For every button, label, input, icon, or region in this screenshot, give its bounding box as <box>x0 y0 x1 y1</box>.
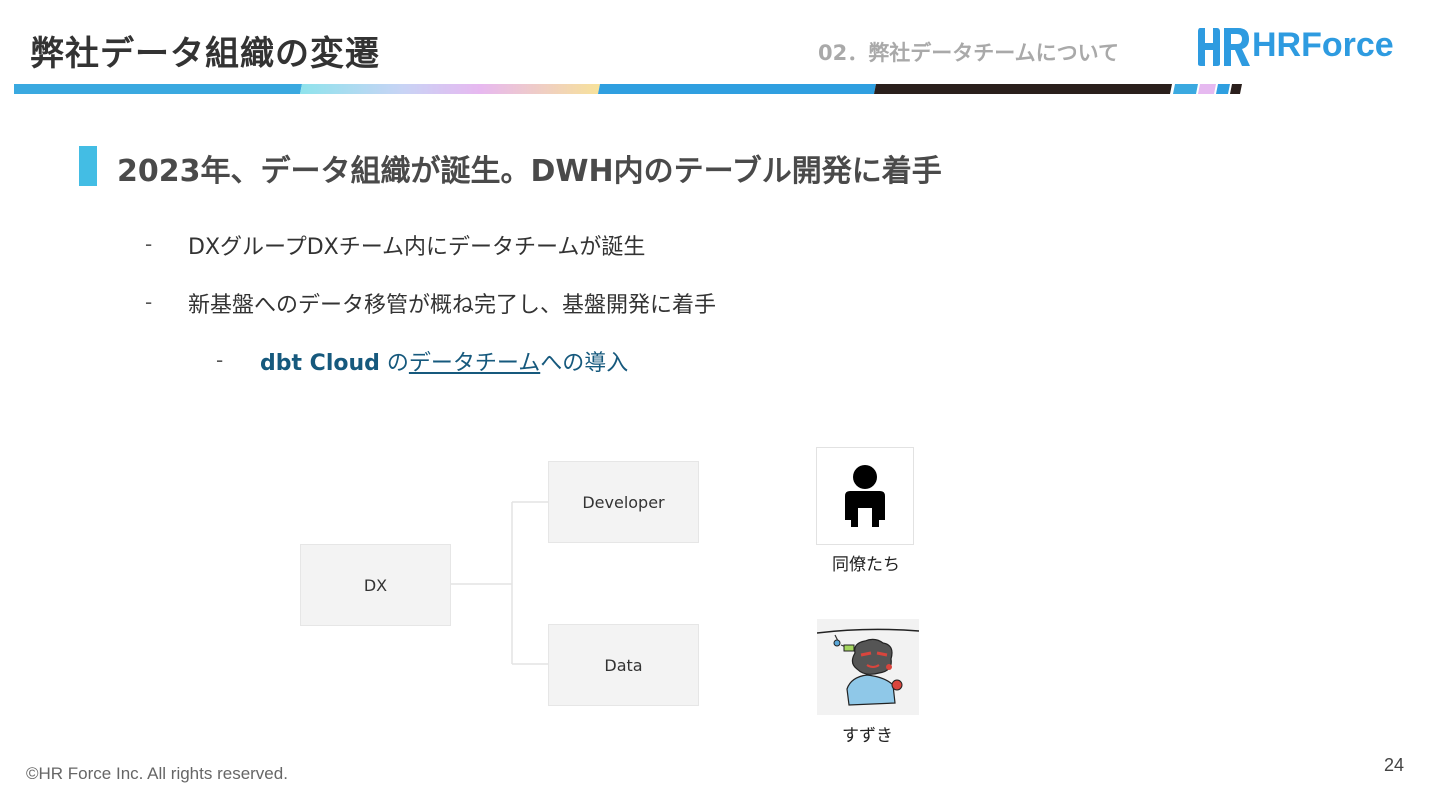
sub-bullet-item: dbt Cloud のデータチームへの導入 <box>260 345 628 377</box>
bullet-dash: - <box>145 290 153 314</box>
slide-heading: 2023年、データ組織が誕生。DWH内のテーブル開発に着手 <box>117 154 942 189</box>
copyright-footer: ©HR Force Inc. All rights reserved. <box>26 764 288 783</box>
page-number: 24 <box>1384 755 1405 775</box>
heading-accent-bar <box>79 146 97 186</box>
bullet-dash: - <box>145 232 153 256</box>
colleagues-label: 同僚たち <box>832 555 900 575</box>
person-icon <box>845 465 885 527</box>
colleagues-card <box>816 447 914 545</box>
bullet-item: 新基盤へのデータ移管が概ね完了し、基盤開発に着手 <box>188 293 717 318</box>
dbt-cloud-text: dbt Cloud <box>260 351 380 376</box>
header-stripe <box>14 84 1242 94</box>
logo-text: HRForce <box>1252 26 1394 64</box>
org-node-data: Data <box>548 624 699 706</box>
data-team-link[interactable]: データチーム <box>409 351 540 376</box>
bullet-item: DXグループDXチーム内にデータチームが誕生 <box>188 235 646 260</box>
org-node-dx: DX <box>300 544 451 626</box>
sub-bullet-pre: の <box>379 351 409 376</box>
page-title: 弊社データ組織の変遷 <box>30 34 380 74</box>
member-avatar-illustration <box>817 628 919 706</box>
member-avatar <box>817 619 919 715</box>
section-label: 02．弊社データチームについて <box>818 41 1119 65</box>
hrforce-logo: HRForce <box>1196 24 1400 68</box>
org-node-developer: Developer <box>548 461 699 543</box>
hr-logo-mark-icon <box>1198 28 1250 66</box>
sub-bullet-dash: - <box>216 348 224 372</box>
org-connectors <box>450 501 550 665</box>
member-label: すずき <box>842 726 893 746</box>
sub-bullet-post: への導入 <box>540 351 629 376</box>
